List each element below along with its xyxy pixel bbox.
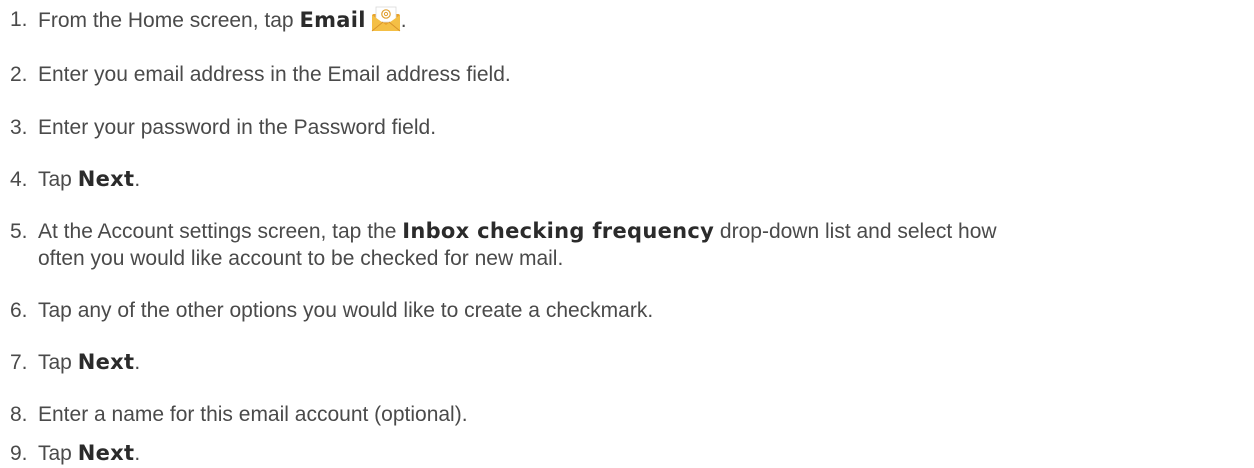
- next-term: Next: [77, 441, 135, 465]
- step-9: 9. Tap Next.: [10, 441, 141, 465]
- email-term: Email: [299, 8, 366, 32]
- inbox-checking-frequency-term: Inbox checking frequency: [402, 219, 715, 243]
- step-8: 8. Enter a name for this email account (…: [10, 401, 1240, 428]
- next-term: Next: [77, 350, 135, 374]
- step-5: 5. At the Account settings screen, tap t…: [10, 219, 997, 270]
- step-number: 5.: [10, 220, 28, 243]
- step-text: Enter a name for this email account (opt…: [38, 403, 468, 426]
- step-3: 3. Enter your password in the Password f…: [10, 114, 1240, 141]
- next-term: Next: [77, 167, 135, 191]
- step-text: From the Home screen, tap: [38, 9, 300, 32]
- step-number: 6.: [10, 299, 28, 322]
- step-4: 4. Tap Next.: [10, 167, 141, 191]
- step-number: 1.: [10, 8, 28, 31]
- step-text: Enter your password in the Password fiel…: [38, 116, 437, 139]
- step-number: 9.: [10, 442, 28, 465]
- step-number: 3.: [10, 116, 28, 139]
- email-app-icon: [371, 6, 401, 32]
- step-6: 6. Tap any of the other options you woul…: [10, 297, 1240, 324]
- step-7: 7. Tap Next.: [10, 350, 141, 374]
- step-2: 2. Enter you email address in the Email …: [10, 61, 1240, 88]
- step-1: 1. From the Home screen, tap Email .: [10, 6, 407, 32]
- step-number: 8.: [10, 403, 28, 426]
- step-text: Tap any of the other options you would l…: [38, 299, 654, 322]
- step-number: 2.: [10, 63, 28, 86]
- step-number: 7.: [10, 351, 28, 374]
- step-number: 4.: [10, 168, 28, 191]
- step-text: Enter you email address in the Email add…: [38, 63, 511, 86]
